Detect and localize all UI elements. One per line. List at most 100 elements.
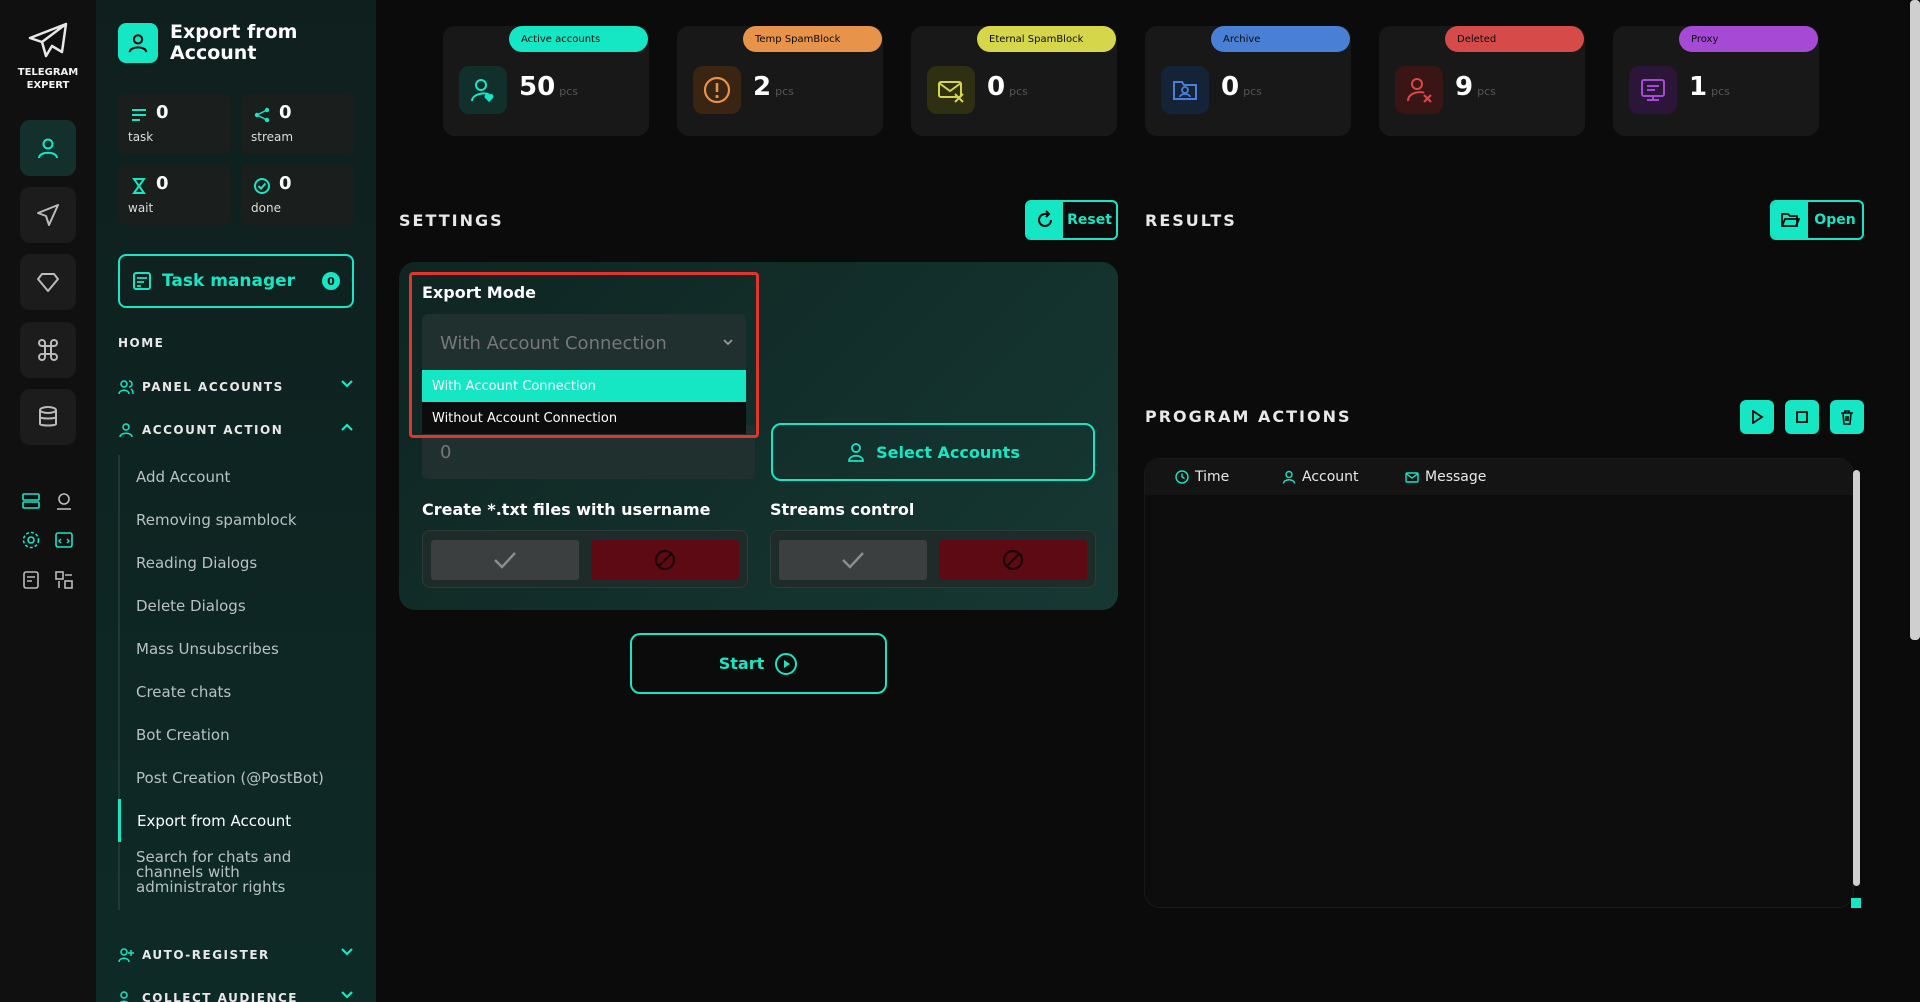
highlight-box [409,272,759,438]
column-account: Account [1282,469,1359,485]
account-action-menu: Add Account Removing spamblock Reading D… [118,455,354,910]
block-icon [1002,549,1024,571]
brand-logo: TELEGRAM EXPERT [0,22,96,92]
nav-account-action[interactable]: ACCOUNT ACTION [118,422,354,438]
settings-title: SETTINGS [399,211,504,230]
chevron-down-icon [341,948,353,956]
create-txt-disable-button[interactable] [591,540,739,580]
menu-item-removing-spamblock[interactable]: Removing spamblock [120,498,354,541]
start-button[interactable]: Start [630,633,887,694]
user-icon [1282,470,1296,484]
select-accounts-button[interactable]: Select Accounts [771,423,1095,481]
stat-stream-label: stream [251,130,294,144]
card-temp-spamblock[interactable]: Temp SpamBlock 2 pcs [677,26,883,136]
resize-handle[interactable] [1851,898,1861,908]
page-scrollbar[interactable] [1910,0,1920,640]
stat-task-value: 0 [156,102,169,123]
rail-accounts-button[interactable] [20,120,76,176]
card-deleted[interactable]: Deleted 9 pcs [1379,26,1585,136]
create-txt-enable-button[interactable] [431,540,579,580]
card-label: Proxy [1679,26,1818,52]
check-icon [494,552,516,569]
card-label: Active accounts [509,26,648,52]
nav-collect-audience[interactable]: COLLECT AUDIENCE [118,990,354,1002]
check-icon [842,552,864,569]
menu-item-delete-dialogs[interactable]: Delete Dialogs [120,584,354,627]
page-title-text: Export from Account [170,21,298,64]
menu-item-export-from-account[interactable]: Export from Account [118,799,354,842]
card-active-accounts[interactable]: Active accounts 50 pcs [443,26,649,136]
nav-home[interactable]: HOME [118,336,354,350]
grid-tools-icon[interactable] [52,568,76,592]
menu-item-mass-unsubscribes[interactable]: Mass Unsubscribes [120,627,354,670]
rail-command-button[interactable] [20,322,76,378]
nav-auto-register[interactable]: AUTO-REGISTER [118,947,354,963]
stop-button[interactable] [1785,400,1819,434]
program-actions-title: PROGRAM ACTIONS [1145,407,1352,426]
rail-premium-button[interactable] [20,254,76,310]
chevron-down-icon [341,991,353,999]
log-scrollbar[interactable] [1853,470,1860,886]
page-title: Export from Account [118,22,320,64]
chevron-up-icon [341,423,353,431]
card-eternal-spamblock[interactable]: Eternal SpamBlock 0 pcs [911,26,1117,136]
create-txt-toggle [422,530,748,588]
command-icon [38,339,58,361]
play-icon [1752,410,1764,424]
open-button[interactable]: Open [1770,200,1864,240]
database-icon [39,406,57,427]
card-value: 50 [519,72,556,102]
archive-folder-icon [1161,66,1209,114]
column-message: Message [1405,469,1486,485]
icon-rail: TELEGRAM EXPERT [0,0,96,1002]
proxy-monitor-icon [1629,66,1677,114]
menu-item-reading-dialogs[interactable]: Reading Dialogs [120,541,354,584]
card-label: Temp SpamBlock [743,26,882,52]
stat-done: 0 done [241,165,354,225]
location-user-icon[interactable] [52,489,76,513]
card-value: 2 [753,72,772,102]
reset-label: Reset [1067,212,1112,228]
nav-collect-audience-label: COLLECT AUDIENCE [142,991,298,1002]
menu-item-create-chats[interactable]: Create chats [120,670,354,713]
play-button[interactable] [1740,400,1774,434]
menu-item-add-account[interactable]: Add Account [120,455,354,498]
column-time-label: Time [1195,469,1230,485]
menu-item-bot-creation[interactable]: Bot Creation [120,713,354,756]
user-remove-icon [1395,66,1443,114]
card-proxy[interactable]: Proxy 1 pcs [1613,26,1819,136]
card-unit: pcs [1243,85,1262,98]
server-list-icon[interactable] [19,489,43,513]
streams-disable-button[interactable] [939,540,1087,580]
start-label: Start [718,654,765,673]
user-icon [38,138,58,159]
menu-item-post-creation[interactable]: Post Creation (@PostBot) [120,756,354,799]
code-window-icon[interactable] [52,528,76,552]
card-archive[interactable]: Archive 0 pcs [1145,26,1351,136]
open-label: Open [1814,212,1856,228]
program-actions-log[interactable]: Time Account Message [1144,458,1854,908]
create-txt-label: Create *.txt files with username [422,500,711,519]
card-value: 9 [1455,72,1474,102]
streams-enable-button[interactable] [779,540,927,580]
clear-log-button[interactable] [1830,400,1864,434]
rail-database-button[interactable] [20,389,76,445]
app-root: TELEGRAM EXPERT Export from Account 0 ta… [0,0,1920,1002]
task-manager-icon [133,272,151,290]
rail-send-button[interactable] [20,187,76,243]
menu-item-search-admin-chats[interactable]: Search for chats and channels with admin… [120,842,340,910]
card-label: Eternal SpamBlock [977,26,1116,52]
settings-gear-icon[interactable] [19,528,43,552]
card-value: 0 [987,72,1006,102]
folder-open-icon [1781,213,1800,227]
task-manager-button[interactable]: Task manager 0 [118,254,354,308]
card-label: Archive [1211,26,1350,52]
log-header: Time Account Message [1145,459,1853,495]
card-unit: pcs [1477,85,1496,98]
column-account-label: Account [1302,469,1359,485]
nav-panel-accounts[interactable]: PANEL ACCOUNTS [118,379,354,395]
checklist-icon[interactable] [19,568,43,592]
stat-task-label: task [128,130,154,144]
stop-icon [1796,411,1808,423]
reset-button[interactable]: Reset [1025,200,1118,240]
